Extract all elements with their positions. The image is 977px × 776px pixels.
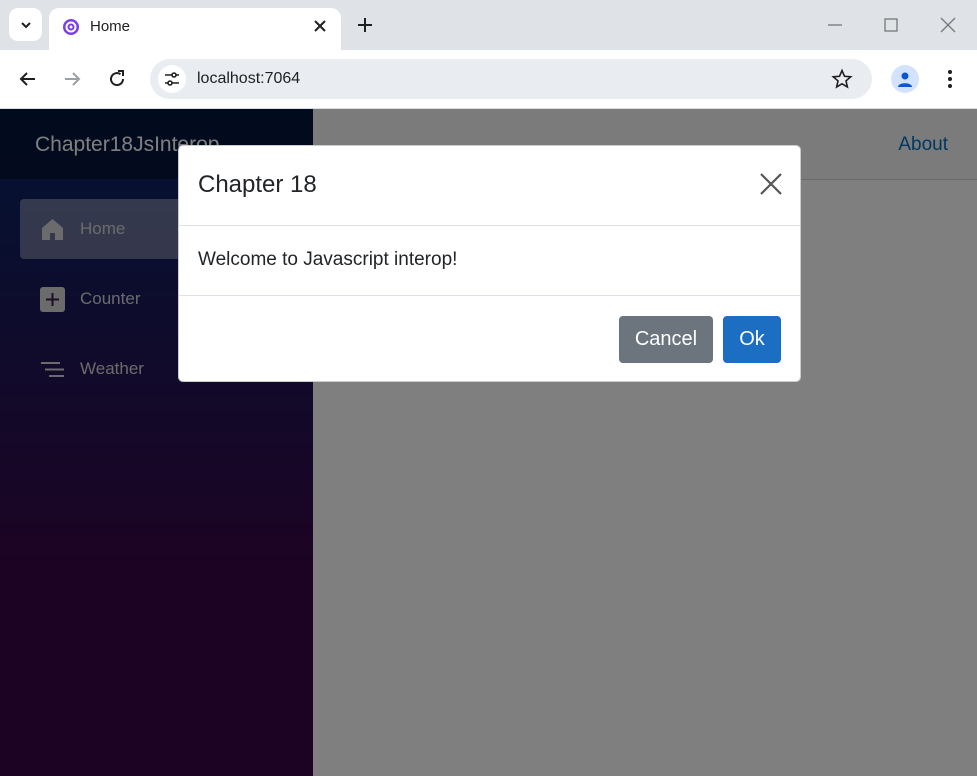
tab-title: Home bbox=[90, 18, 131, 35]
more-vert-icon[interactable] bbox=[938, 67, 962, 91]
cancel-button[interactable]: Cancel bbox=[619, 316, 713, 363]
url-text: localhost:7064 bbox=[197, 70, 301, 87]
new-tab-icon[interactable] bbox=[354, 14, 376, 36]
modal-dialog: Chapter 18 Welcome to Javascript interop… bbox=[178, 145, 801, 382]
close-tab-icon[interactable] bbox=[311, 17, 329, 35]
modal-header: Chapter 18 bbox=[179, 146, 800, 226]
browser-tab-home[interactable]: Home bbox=[49, 8, 341, 50]
address-bar[interactable]: localhost:7064 bbox=[150, 59, 872, 99]
app-page: Chapter18JsInterop Home Counter Weather … bbox=[0, 109, 977, 776]
browser-toolbar: localhost:7064 bbox=[0, 50, 977, 109]
tune-icon bbox=[165, 72, 179, 86]
reload-icon[interactable] bbox=[105, 67, 129, 91]
modal-title: Chapter 18 bbox=[198, 171, 317, 198]
browser-tab-strip: Home bbox=[0, 0, 977, 50]
modal-message: Welcome to Javascript interop! bbox=[198, 249, 458, 270]
close-window-icon[interactable] bbox=[937, 14, 959, 36]
blazor-favicon-icon bbox=[63, 19, 79, 35]
bookmark-star-icon[interactable] bbox=[831, 68, 853, 90]
close-icon[interactable] bbox=[760, 173, 782, 195]
site-info-button[interactable] bbox=[158, 65, 186, 93]
back-arrow-icon[interactable] bbox=[16, 67, 40, 91]
person-icon bbox=[898, 72, 912, 87]
minimize-icon[interactable] bbox=[824, 14, 846, 36]
chevron-down-icon bbox=[20, 21, 31, 28]
forward-arrow-icon[interactable] bbox=[60, 67, 84, 91]
maximize-icon[interactable] bbox=[880, 14, 902, 36]
modal-body: Welcome to Javascript interop! bbox=[179, 225, 800, 296]
tab-search-button[interactable] bbox=[9, 8, 42, 41]
profile-avatar[interactable] bbox=[891, 65, 919, 93]
ok-button[interactable]: Ok bbox=[723, 316, 781, 363]
